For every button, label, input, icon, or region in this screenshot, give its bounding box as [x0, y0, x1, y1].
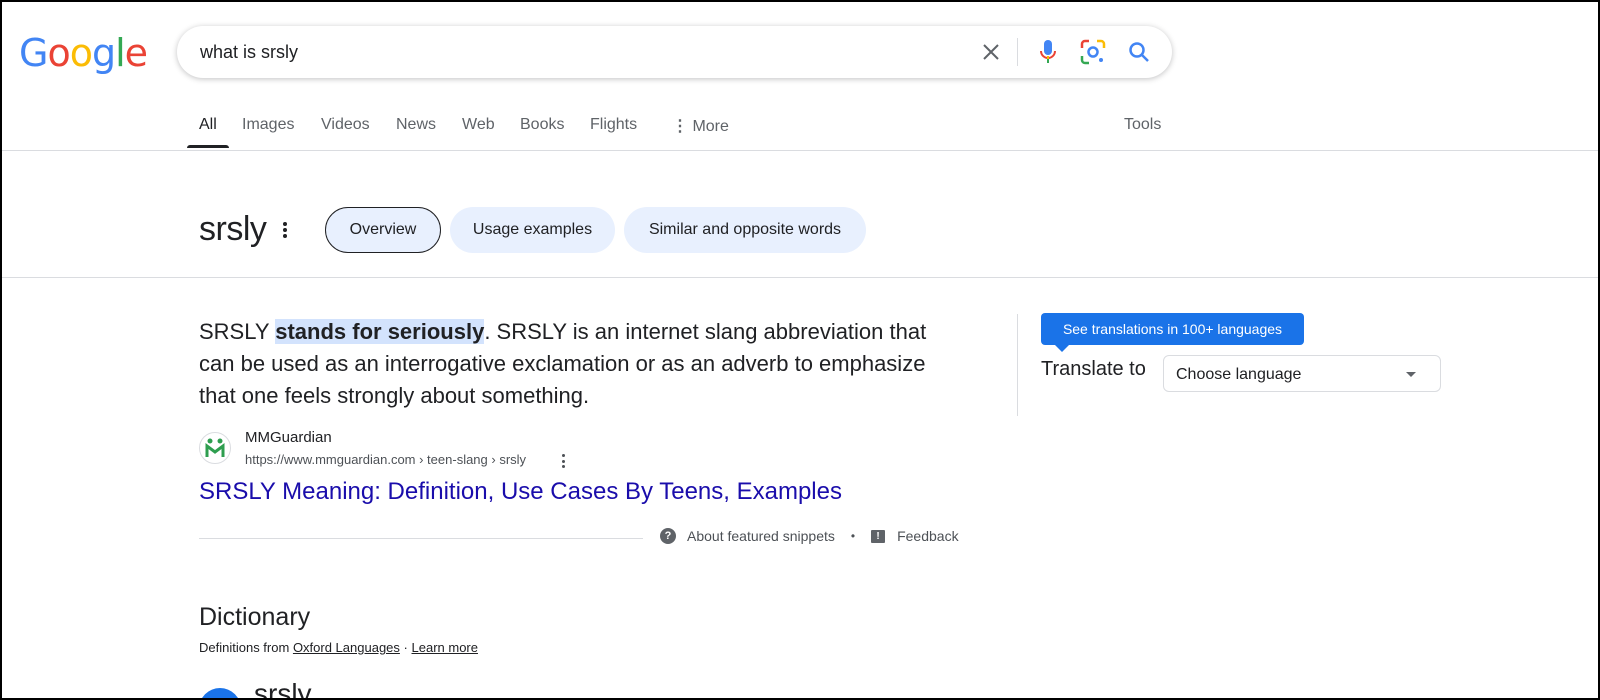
translate-to-label: Translate to — [1041, 358, 1146, 380]
help-icon: ? — [660, 528, 676, 544]
tab-more[interactable]: ⋮ More — [672, 116, 729, 136]
search-icon[interactable] — [1125, 38, 1153, 66]
feedback-icon: ! — [871, 529, 886, 543]
microphone-icon[interactable] — [1034, 38, 1062, 66]
tools-button[interactable]: Tools — [1124, 116, 1161, 134]
more-options-icon[interactable] — [279, 220, 291, 240]
panel-divider — [1017, 314, 1018, 416]
dictionary-source-line: Definitions from Oxford Languages · Lear… — [199, 640, 478, 655]
source-favicon[interactable] — [199, 432, 231, 464]
about-featured-snippets-link[interactable]: About featured snippets — [687, 528, 835, 544]
language-select[interactable]: Choose language — [1163, 355, 1441, 392]
lens-icon[interactable] — [1079, 38, 1107, 66]
snippet-divider — [199, 538, 643, 539]
tab-books[interactable]: Books — [520, 116, 564, 134]
tab-all[interactable]: All — [199, 116, 217, 134]
feedback-link[interactable]: Feedback — [897, 528, 958, 544]
tab-news[interactable]: News — [396, 116, 436, 134]
search-box[interactable]: what is srsly — [177, 26, 1172, 78]
snippet-text-before: SRSLY — [199, 319, 276, 344]
result-options-icon[interactable] — [559, 453, 567, 469]
search-divider — [1017, 38, 1018, 66]
more-vert-icon: ⋮ — [672, 118, 688, 135]
snippet-footer: ? About featured snippets • ! Feedback — [660, 528, 959, 544]
word-title: srsly — [199, 210, 267, 248]
clear-icon[interactable] — [977, 38, 1005, 66]
dropdown-arrow-icon — [1406, 372, 1416, 377]
learn-more-link[interactable]: Learn more — [412, 640, 478, 655]
tab-flights[interactable]: Flights — [590, 116, 637, 134]
chip-usage-examples[interactable]: Usage examples — [450, 207, 615, 253]
tab-images[interactable]: Images — [242, 116, 294, 134]
header-divider — [0, 150, 1600, 151]
google-logo[interactable]: Google — [19, 30, 148, 76]
see-translations-button[interactable]: See translations in 100+ languages — [1041, 313, 1304, 352]
dictionary-heading: Dictionary — [199, 603, 311, 631]
definitions-from-text: Definitions from — [199, 640, 290, 655]
featured-snippet-text: SRSLY stands for seriously. SRSLY is an … — [199, 316, 959, 412]
snippet-highlight: stands for seriously — [275, 319, 485, 344]
source-dot: · — [403, 640, 408, 655]
dictionary-word: srsly — [254, 678, 312, 700]
source-url[interactable]: https://www.mmguardian.com › teen-slang … — [245, 452, 526, 467]
tab-more-label: More — [692, 118, 729, 135]
tab-web[interactable]: Web — [462, 116, 495, 134]
section-divider — [0, 277, 1600, 278]
footer-separator: • — [850, 529, 856, 543]
oxford-languages-link[interactable]: Oxford Languages — [293, 640, 400, 655]
tab-videos[interactable]: Videos — [321, 116, 370, 134]
chip-similar-opposite-words[interactable]: Similar and opposite words — [624, 207, 866, 253]
active-tab-indicator — [187, 145, 229, 148]
search-input[interactable]: what is srsly — [200, 42, 298, 63]
result-title-link[interactable]: SRSLY Meaning: Definition, Use Cases By … — [199, 478, 842, 506]
source-name[interactable]: MMGuardian — [245, 429, 332, 446]
language-select-value: Choose language — [1176, 366, 1302, 383]
pronunciation-button[interactable] — [199, 688, 241, 700]
chip-overview[interactable]: Overview — [325, 207, 441, 253]
